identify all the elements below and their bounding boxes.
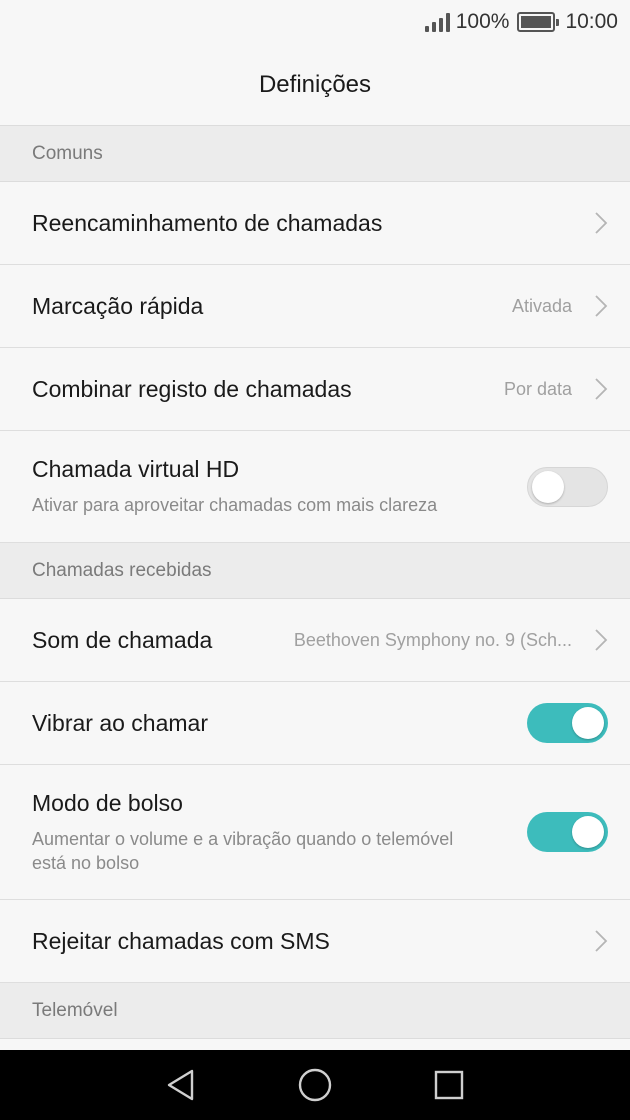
vibrate-on-ring-toggle[interactable] xyxy=(527,703,608,743)
ringtone-item[interactable]: Som de chamada Beethoven Symphony no. 9 … xyxy=(0,599,630,682)
section-header-chamadas-recebidas: Chamadas recebidas xyxy=(0,543,630,599)
speed-dial-label: Marcação rápida xyxy=(32,292,204,319)
chevron-right-icon xyxy=(595,295,608,317)
ringtone-value: Beethoven Symphony no. 9 (Sch... xyxy=(293,629,572,650)
hd-voice-item[interactable]: Chamada virtual HD Ativar para aproveita… xyxy=(0,431,630,543)
ringtone-label: Som de chamada xyxy=(32,626,213,653)
pocket-mode-description: Aumentar o volume e a vibração quando o … xyxy=(32,828,454,873)
chevron-right-icon xyxy=(595,930,608,952)
speed-dial-item[interactable]: Marcação rápida Ativada xyxy=(0,265,630,348)
navigation-bar xyxy=(0,1050,630,1120)
section-header-telemovel: Telemóvel xyxy=(0,983,630,1039)
section-header-comuns: Comuns xyxy=(0,126,630,182)
pocket-mode-toggle[interactable] xyxy=(527,812,608,852)
chevron-right-icon xyxy=(595,378,608,400)
battery-percent: 100% xyxy=(455,10,510,33)
title-bar: Definições xyxy=(0,44,630,126)
pocket-mode-label: Modo de bolso xyxy=(32,789,183,816)
pocket-mode-item[interactable]: Modo de bolso Aumentar o volume e a vibr… xyxy=(0,765,630,900)
hd-voice-description: Ativar para aproveitar chamadas com mais… xyxy=(32,495,438,515)
toggle-knob xyxy=(532,470,564,503)
chevron-right-icon xyxy=(595,212,608,234)
vibrate-on-ring-item[interactable]: Vibrar ao chamar xyxy=(0,682,630,765)
vibrate-on-ring-label: Vibrar ao chamar xyxy=(32,709,208,736)
status-bar: 100% 10:00 xyxy=(0,0,630,44)
call-forwarding-item[interactable]: Reencaminhamento de chamadas xyxy=(0,182,630,265)
merge-call-log-item[interactable]: Combinar registo de chamadas Por data xyxy=(0,348,630,431)
signal-icon xyxy=(424,12,450,32)
reject-with-sms-item[interactable]: Rejeitar chamadas com SMS xyxy=(0,900,630,983)
clock: 10:00 xyxy=(565,10,618,33)
merge-call-log-label: Combinar registo de chamadas xyxy=(32,375,352,402)
hd-voice-toggle[interactable] xyxy=(527,466,608,507)
back-icon[interactable] xyxy=(164,1068,198,1102)
toggle-knob xyxy=(572,707,604,739)
home-icon[interactable] xyxy=(298,1068,332,1102)
chevron-right-icon xyxy=(595,629,608,651)
call-forwarding-label: Reencaminhamento de chamadas xyxy=(32,209,383,236)
toggle-knob xyxy=(572,816,604,848)
recents-icon[interactable] xyxy=(432,1068,466,1102)
page-title: Definições xyxy=(258,70,372,98)
settings-list: Comuns Reencaminhamento de chamadas Marc… xyxy=(0,126,630,1039)
reject-with-sms-label: Rejeitar chamadas com SMS xyxy=(32,927,330,954)
speed-dial-value: Ativada xyxy=(511,295,572,316)
merge-call-log-value: Por data xyxy=(503,378,572,399)
battery-icon xyxy=(517,12,560,32)
hd-voice-label: Chamada virtual HD xyxy=(32,456,240,482)
